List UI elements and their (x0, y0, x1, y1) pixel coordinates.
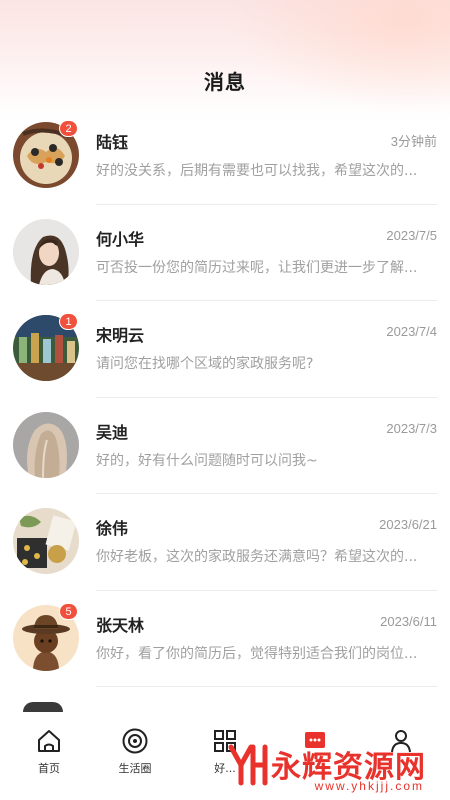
message-preview: 好的，好有什么问题随时可以问我~ (96, 452, 318, 469)
message-preview: 你好老板，这次的家政服务还满意吗？希望这次的... (96, 549, 418, 565)
page-title: 消息 (204, 70, 246, 94)
unread-badge: 5 (59, 602, 78, 620)
avatar[interactable] (23, 702, 63, 712)
message-time: 2023/7/4 (386, 324, 437, 339)
unread-badge: 2 (59, 120, 78, 137)
message-time: 2023/7/5 (386, 227, 437, 243)
target-icon (90, 726, 180, 756)
tab-label: 首页 (38, 762, 60, 775)
header-background (0, 0, 450, 120)
tab-label: 生活圈 (118, 762, 152, 775)
message-preview: 可否投一份您的简历过来呢，让我们更进一步了解... (96, 259, 418, 276)
message-time: 2023/6/21 (379, 517, 437, 532)
avatar (13, 411, 79, 478)
conversation-item[interactable]: 吴迪 2023/7/3 好的，好有什么问题随时可以问我~ (0, 398, 450, 494)
message-preview: 你好，看了你的简历后，觉得特别适合我们的岗位... (96, 645, 418, 662)
contact-name: 徐伟 (96, 519, 129, 538)
avatar (13, 218, 79, 285)
contact-name: 吴迪 (96, 422, 129, 442)
home-icon (4, 726, 94, 756)
conversation-list: 2 陆钰 3分钟前 好的没关系，后期有需要也可以找我，希望这次的... 何小华 … (0, 108, 450, 687)
tab-home[interactable]: 首页 (4, 726, 94, 776)
divider (96, 686, 437, 687)
conversation-item[interactable]: 5 张天林 2023/6/11 你好，看了你的简历后，觉得特别适合我们的岗位..… (0, 591, 450, 687)
conversation-item[interactable]: 徐伟 2023/6/21 你好老板，这次的家政服务还满意吗？希望这次的... (0, 494, 450, 591)
conversation-item[interactable]: 2 陆钰 3分钟前 好的没关系，后期有需要也可以找我，希望这次的... (0, 108, 450, 205)
message-preview: 请问您在找哪个区域的家政服务呢? (96, 356, 314, 372)
contact-name: 陆钰 (96, 133, 129, 152)
conversation-item[interactable]: 何小华 2023/7/5 可否投一份您的简历过来呢，让我们更进一步了解... (0, 205, 450, 301)
unread-badge: 1 (59, 313, 78, 330)
watermark-logo-icon (228, 744, 268, 786)
message-preview: 好的没关系，后期有需要也可以找我，希望这次的... (96, 163, 418, 179)
contact-name: 宋明云 (96, 326, 145, 345)
tab-life-circle[interactable]: 生活圈 (90, 726, 180, 776)
avatar (13, 508, 79, 574)
contact-name: 张天林 (96, 615, 145, 635)
message-time: 3分钟前 (390, 134, 437, 149)
conversation-item[interactable]: 1 宋明云 2023/7/4 请问您在找哪个区域的家政服务呢? (0, 301, 450, 398)
message-time: 2023/7/3 (386, 420, 437, 436)
message-time: 2023/6/11 (380, 613, 437, 629)
watermark-url: www.yhkjjj.com (314, 779, 424, 793)
contact-name: 何小华 (96, 229, 145, 249)
